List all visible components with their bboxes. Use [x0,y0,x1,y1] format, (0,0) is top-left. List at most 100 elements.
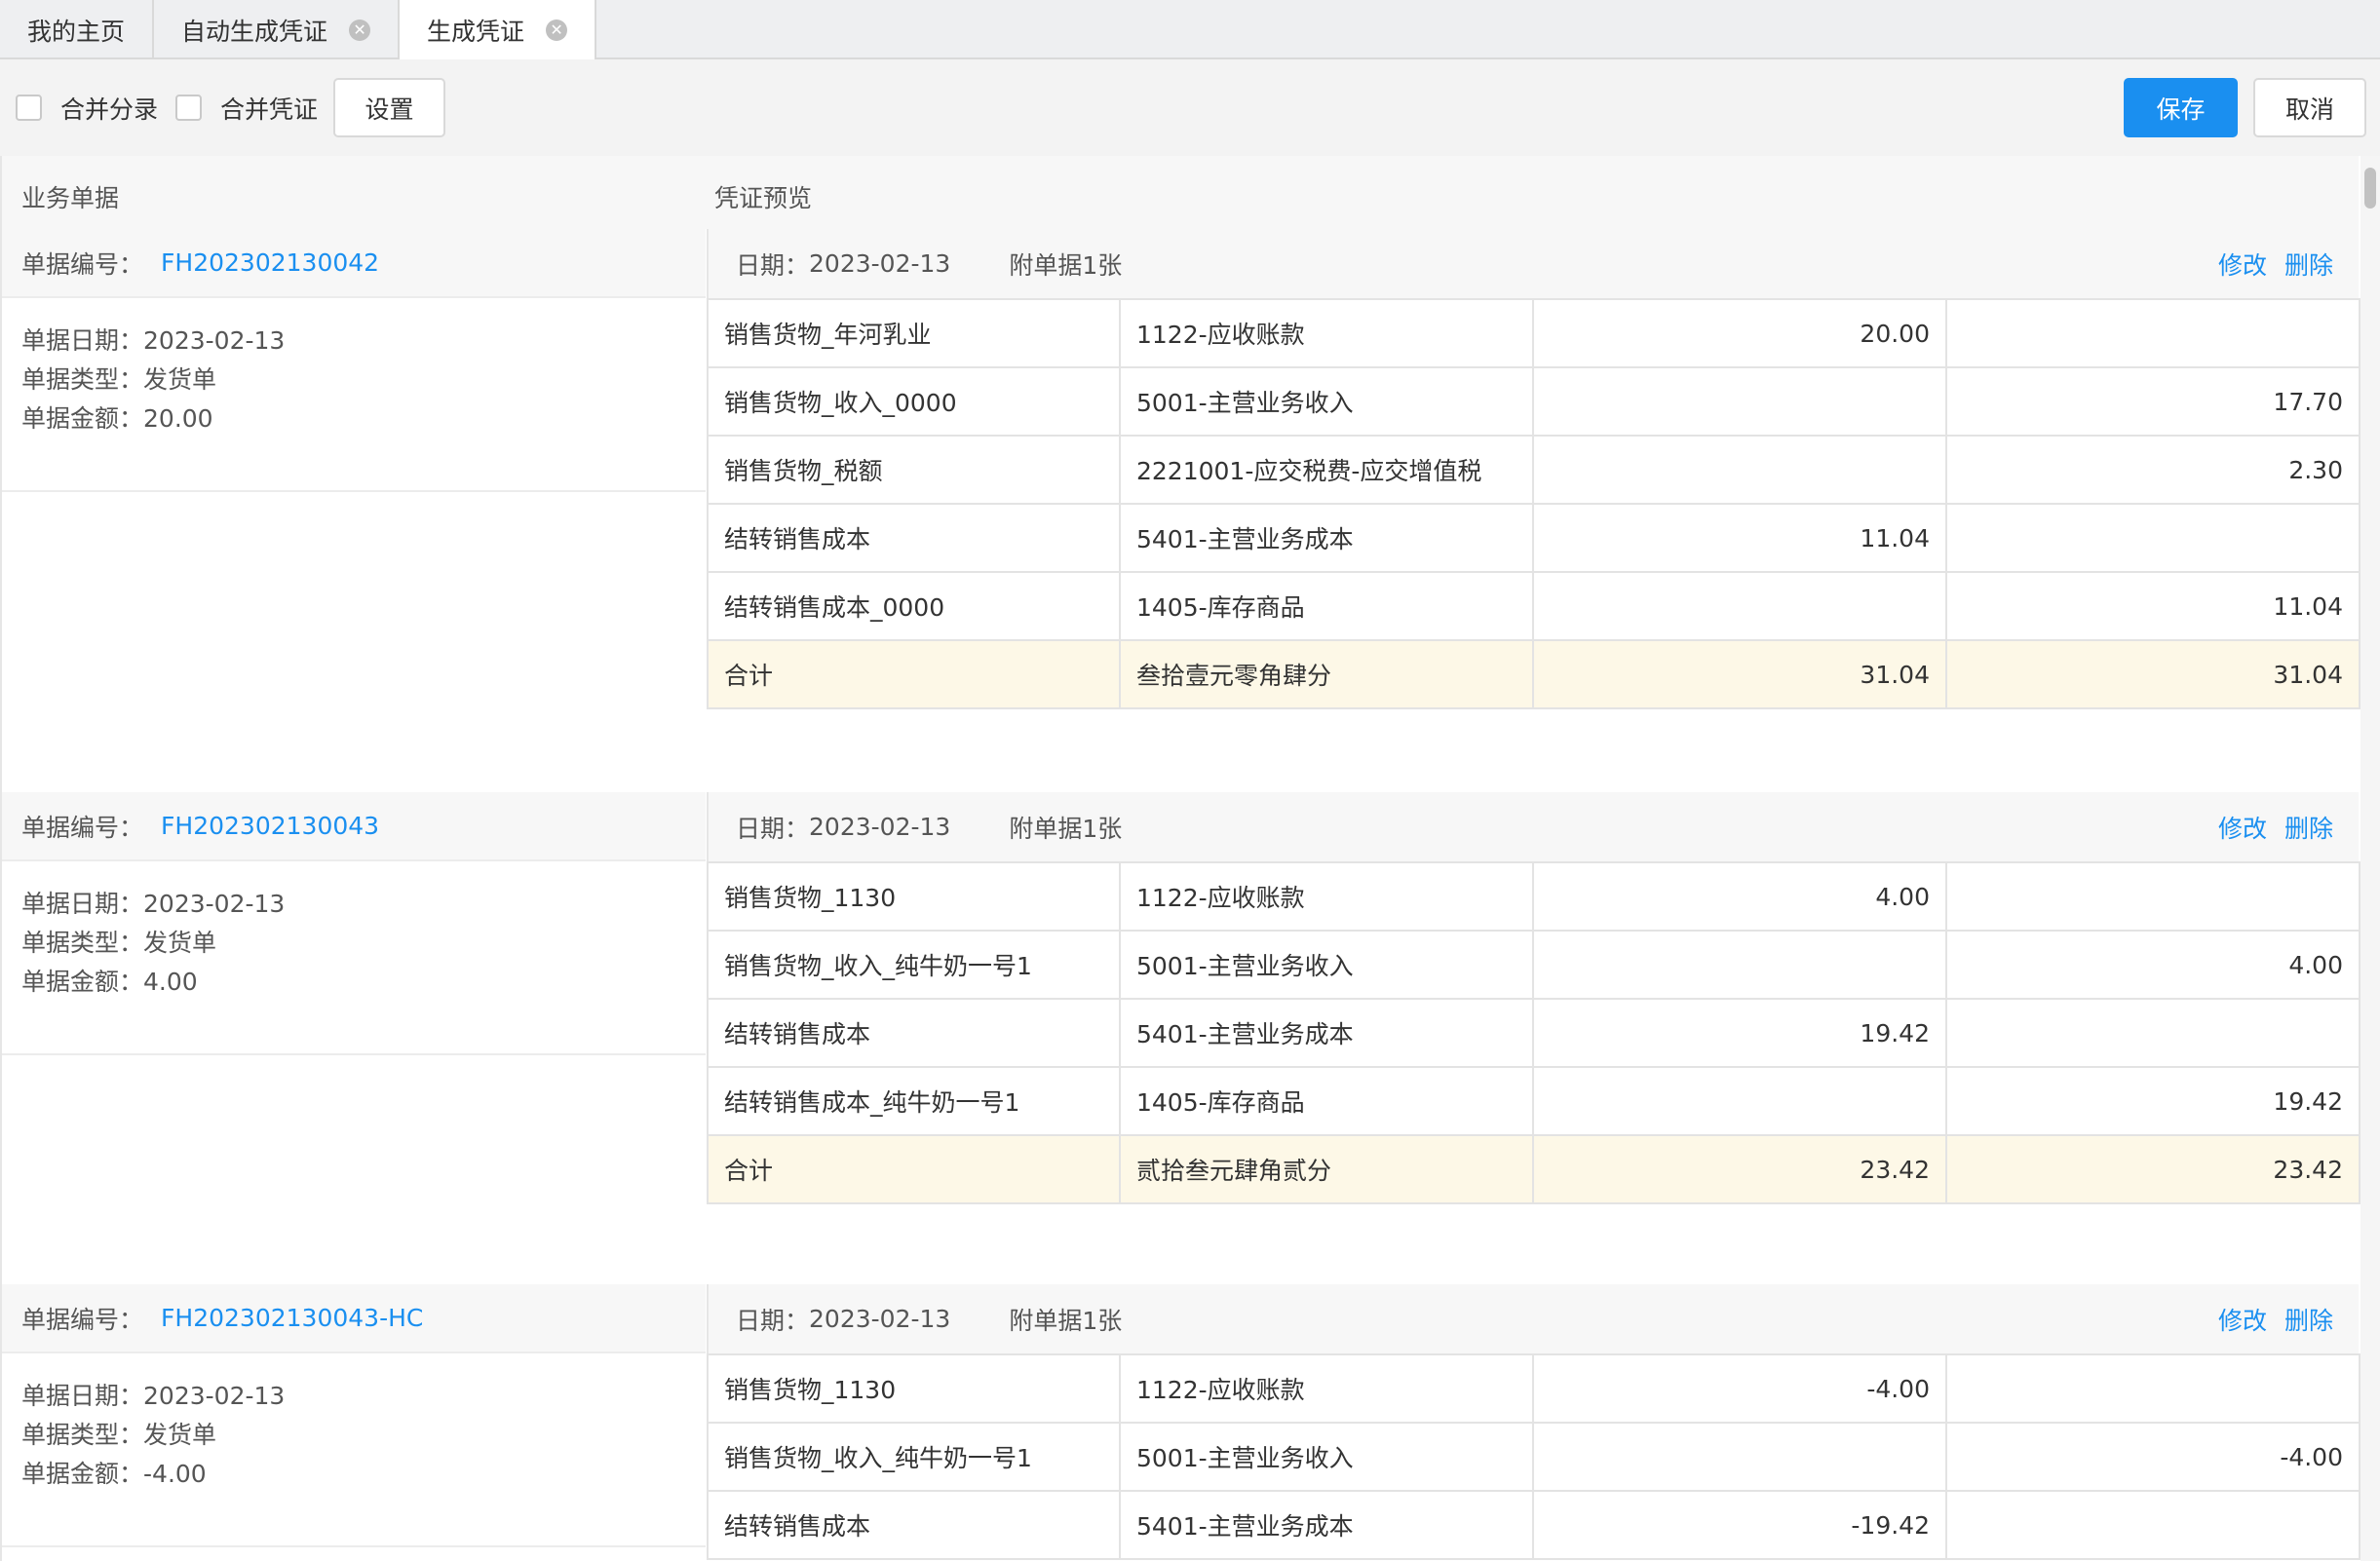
delete-link[interactable]: 删除 [2284,1302,2333,1337]
debit-cell: 4.00 [1532,861,1947,932]
bill-type-label: 单据类型： [21,365,144,394]
summary-cell: 销售货物_年河乳业 [707,298,1121,368]
tab-home[interactable]: 我的主页 [0,0,155,59]
total-debit: 31.04 [1532,639,1947,709]
debit-cell [1532,366,1947,437]
total-credit: 23.42 [1945,1134,2361,1204]
account-cell: 1405-库存商品 [1119,571,1534,641]
summary-cell: 结转销售成本_0000 [707,571,1121,641]
total-credit: 31.04 [1945,639,2361,709]
debit-cell [1532,435,1947,505]
table-row: 销售货物_收入_0000 5001-主营业务收入 17.70 [707,366,2361,437]
bill-details: 单据日期：2023-02-13 单据类型：发货单 单据金额：20.00 [2,298,706,492]
credit-cell [1945,861,2361,932]
account-cell: 1122-应收账款 [1119,298,1534,368]
close-icon[interactable]: ✕ [546,19,568,41]
content-area: 业务单据 凭证预览 单据编号： FH202302130042 单据日期：2023… [0,156,2361,1561]
table-row: 销售货物_1130 1122-应收账款 4.00 [707,861,2361,932]
bill-type-value: 发货单 [143,929,217,957]
table-row: 销售货物_年河乳业 1122-应收账款 20.00 [707,298,2361,368]
account-cell: 5001-主营业务收入 [1119,930,1534,1000]
bill-no-link[interactable]: FH202302130042 [161,248,379,277]
credit-cell [1945,1353,2361,1424]
credit-cell: 4.00 [1945,930,2361,1000]
business-docs-heading: 业务单据 [21,184,120,212]
bill-info: 单据编号： FH202302130043 单据日期：2023-02-13 单据类… [2,792,706,1055]
close-icon[interactable]: ✕ [349,19,371,41]
bill-amount-row: 单据金额：-4.00 [21,1455,706,1494]
bill-type-label: 单据类型： [21,1421,144,1449]
bill-date-value: 2023-02-13 [143,1382,286,1410]
credit-cell: 17.70 [1945,366,2361,437]
voucher-date-value: 2023-02-13 [809,249,951,278]
bill-no-label: 单据编号： [21,1305,144,1334]
voucher-header: 日期： 2023-02-13 附单据1张 修改 删除 [707,792,2359,861]
account-cell: 5401-主营业务成本 [1119,503,1534,573]
bill-date-row: 单据日期：2023-02-13 [21,885,706,924]
bill-no-label: 单据编号： [21,813,144,842]
edit-link[interactable]: 修改 [2218,247,2267,282]
summary-cell: 结转销售成本 [707,1490,1121,1560]
total-in-words: 叁拾壹元零角肆分 [1119,639,1534,709]
bill-info: 单据编号： FH202302130042 单据日期：2023-02-13 单据类… [2,229,706,492]
edit-link[interactable]: 修改 [2218,1302,2267,1337]
voucher-preview-heading: 凭证预览 [714,184,813,212]
account-cell: 5001-主营业务收入 [1119,366,1534,437]
table-row: 销售货物_收入_纯牛奶一号1 5001-主营业务收入 -4.00 [707,1422,2361,1492]
table-row: 结转销售成本_0000 1405-库存商品 11.04 [707,571,2361,641]
bill-details: 单据日期：2023-02-13 单据类型：发货单 单据金额：4.00 [2,861,706,1055]
voucher-date-value: 2023-02-13 [809,813,951,841]
credit-cell [1945,998,2361,1068]
checkbox-box[interactable] [175,95,203,121]
bill-amount-label: 单据金额： [21,404,144,433]
total-label: 合计 [707,639,1121,709]
summary-cell: 销售货物_1130 [707,1353,1121,1424]
merge-entries-checkbox[interactable]: 合并分录 [16,91,158,126]
debit-cell [1532,930,1947,1000]
total-label: 合计 [707,1134,1121,1204]
voucher-date-label: 日期： [736,1306,810,1335]
delete-link[interactable]: 删除 [2284,247,2333,282]
voucher-date-value: 2023-02-13 [809,1305,951,1333]
cancel-button[interactable]: 取消 [2253,78,2366,137]
summary-cell: 结转销售成本_纯牛奶一号1 [707,1066,1121,1136]
merge-vouchers-label: 合并凭证 [220,95,319,124]
account-cell: 5401-主营业务成本 [1119,998,1534,1068]
delete-link[interactable]: 删除 [2284,810,2333,845]
tab-label: 生成凭证 [427,18,525,46]
account-cell: 1122-应收账款 [1119,861,1534,932]
toolbar: 合并分录 合并凭证 设置 保存 取消 [0,59,2380,156]
credit-cell [1945,1490,2361,1560]
debit-cell: 11.04 [1532,503,1947,573]
voucher-table: 销售货物_1130 1122-应收账款 4.00 销售货物_收入_纯牛奶一号1 … [707,861,2361,1204]
tab-auto-generate-voucher[interactable]: 自动生成凭证 ✕ [154,0,401,59]
summary-cell: 结转销售成本 [707,998,1121,1068]
attachments-count: 附单据1张 [1009,1306,1123,1335]
vertical-scrollbar[interactable] [2361,156,2380,1561]
summary-cell: 销售货物_1130 [707,861,1121,932]
voucher-preview: 日期： 2023-02-13 附单据1张 修改 删除 销售货物_1130 112… [707,1284,2361,1560]
credit-cell: 19.42 [1945,1066,2361,1136]
total-in-words: 贰拾叁元肆角贰分 [1119,1134,1534,1204]
total-row: 合计 贰拾叁元肆角贰分 23.42 23.42 [707,1134,2361,1204]
bill-no-link[interactable]: FH202302130043-HC [161,1304,423,1332]
checkbox-box[interactable] [16,95,42,121]
voucher-actions: 修改 删除 [2218,810,2333,845]
bill-date-row: 单据日期：2023-02-13 [21,1377,706,1416]
bill-no-link[interactable]: FH202302130043 [161,812,379,840]
tab-generate-voucher[interactable]: 生成凭证 ✕ [400,0,597,60]
scrollbar-thumb[interactable] [2364,168,2376,209]
save-button[interactable]: 保存 [2124,78,2238,137]
settings-button[interactable]: 设置 [333,78,446,137]
merge-vouchers-checkbox[interactable]: 合并凭证 [175,91,318,126]
bill-type-row: 单据类型：发货单 [21,1416,706,1455]
table-row: 结转销售成本_纯牛奶一号1 1405-库存商品 19.42 [707,1066,2361,1136]
bill-info: 单据编号： FH202302130043-HC 单据日期：2023-02-13 … [2,1284,706,1547]
edit-link[interactable]: 修改 [2218,810,2267,845]
voucher-header: 日期： 2023-02-13 附单据1张 修改 删除 [707,1284,2359,1353]
toolbar-actions: 保存 取消 [2124,78,2366,137]
debit-cell [1532,1422,1947,1492]
account-cell: 1122-应收账款 [1119,1353,1534,1424]
table-row: 结转销售成本 5401-主营业务成本 -19.42 [707,1490,2361,1560]
bill-type-row: 单据类型：发货单 [21,924,706,963]
